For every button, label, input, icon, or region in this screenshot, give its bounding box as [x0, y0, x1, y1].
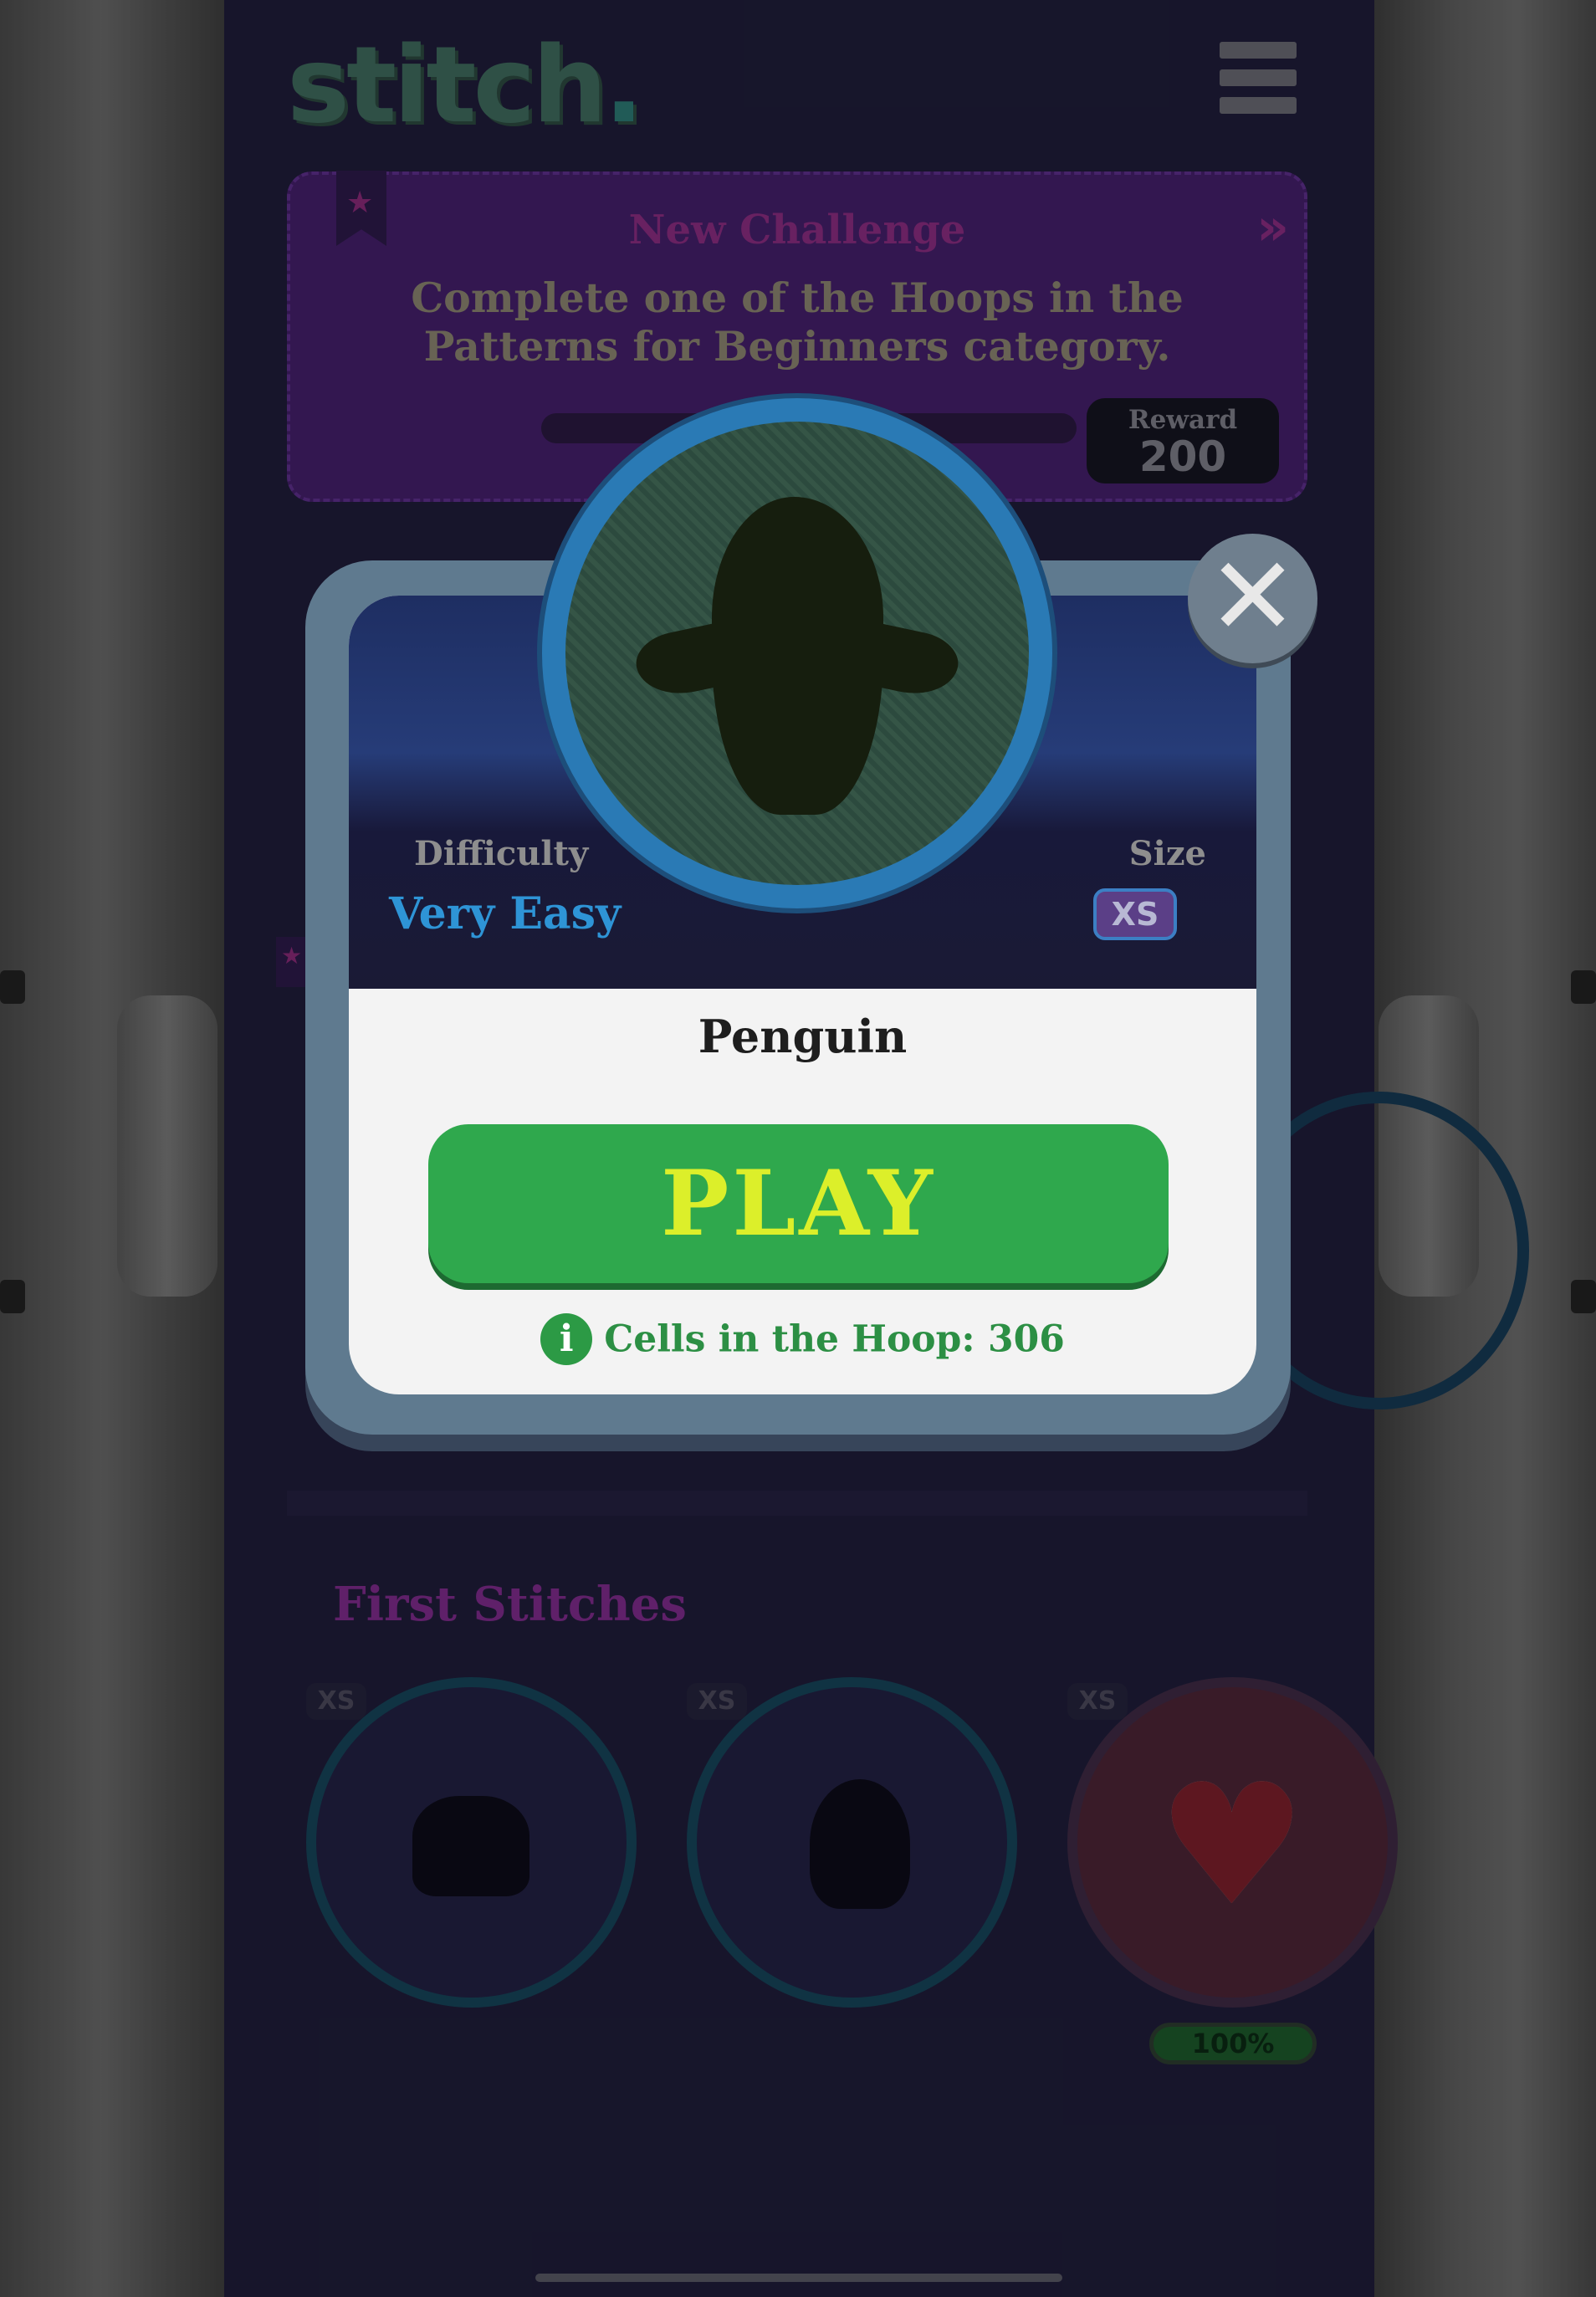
penguin-silhouette-icon — [712, 497, 883, 815]
pattern-preview-hoop — [542, 398, 1052, 908]
play-button[interactable]: PLAY — [428, 1124, 1169, 1283]
difficulty-value: Very Easy — [389, 888, 622, 939]
info-icon[interactable]: i — [540, 1313, 593, 1365]
size-label: Size — [1128, 834, 1206, 873]
close-icon[interactable]: ✕ — [1188, 534, 1317, 663]
pattern-name: Penguin — [698, 1010, 908, 1063]
size-badge: XS — [1093, 888, 1177, 940]
difficulty-label: Difficulty — [414, 834, 589, 873]
pattern-preview-fabric — [565, 422, 1029, 885]
cells-info: i Cells in the Hoop: 306 — [349, 1313, 1256, 1365]
cells-count: Cells in the Hoop: 306 — [604, 1317, 1065, 1361]
